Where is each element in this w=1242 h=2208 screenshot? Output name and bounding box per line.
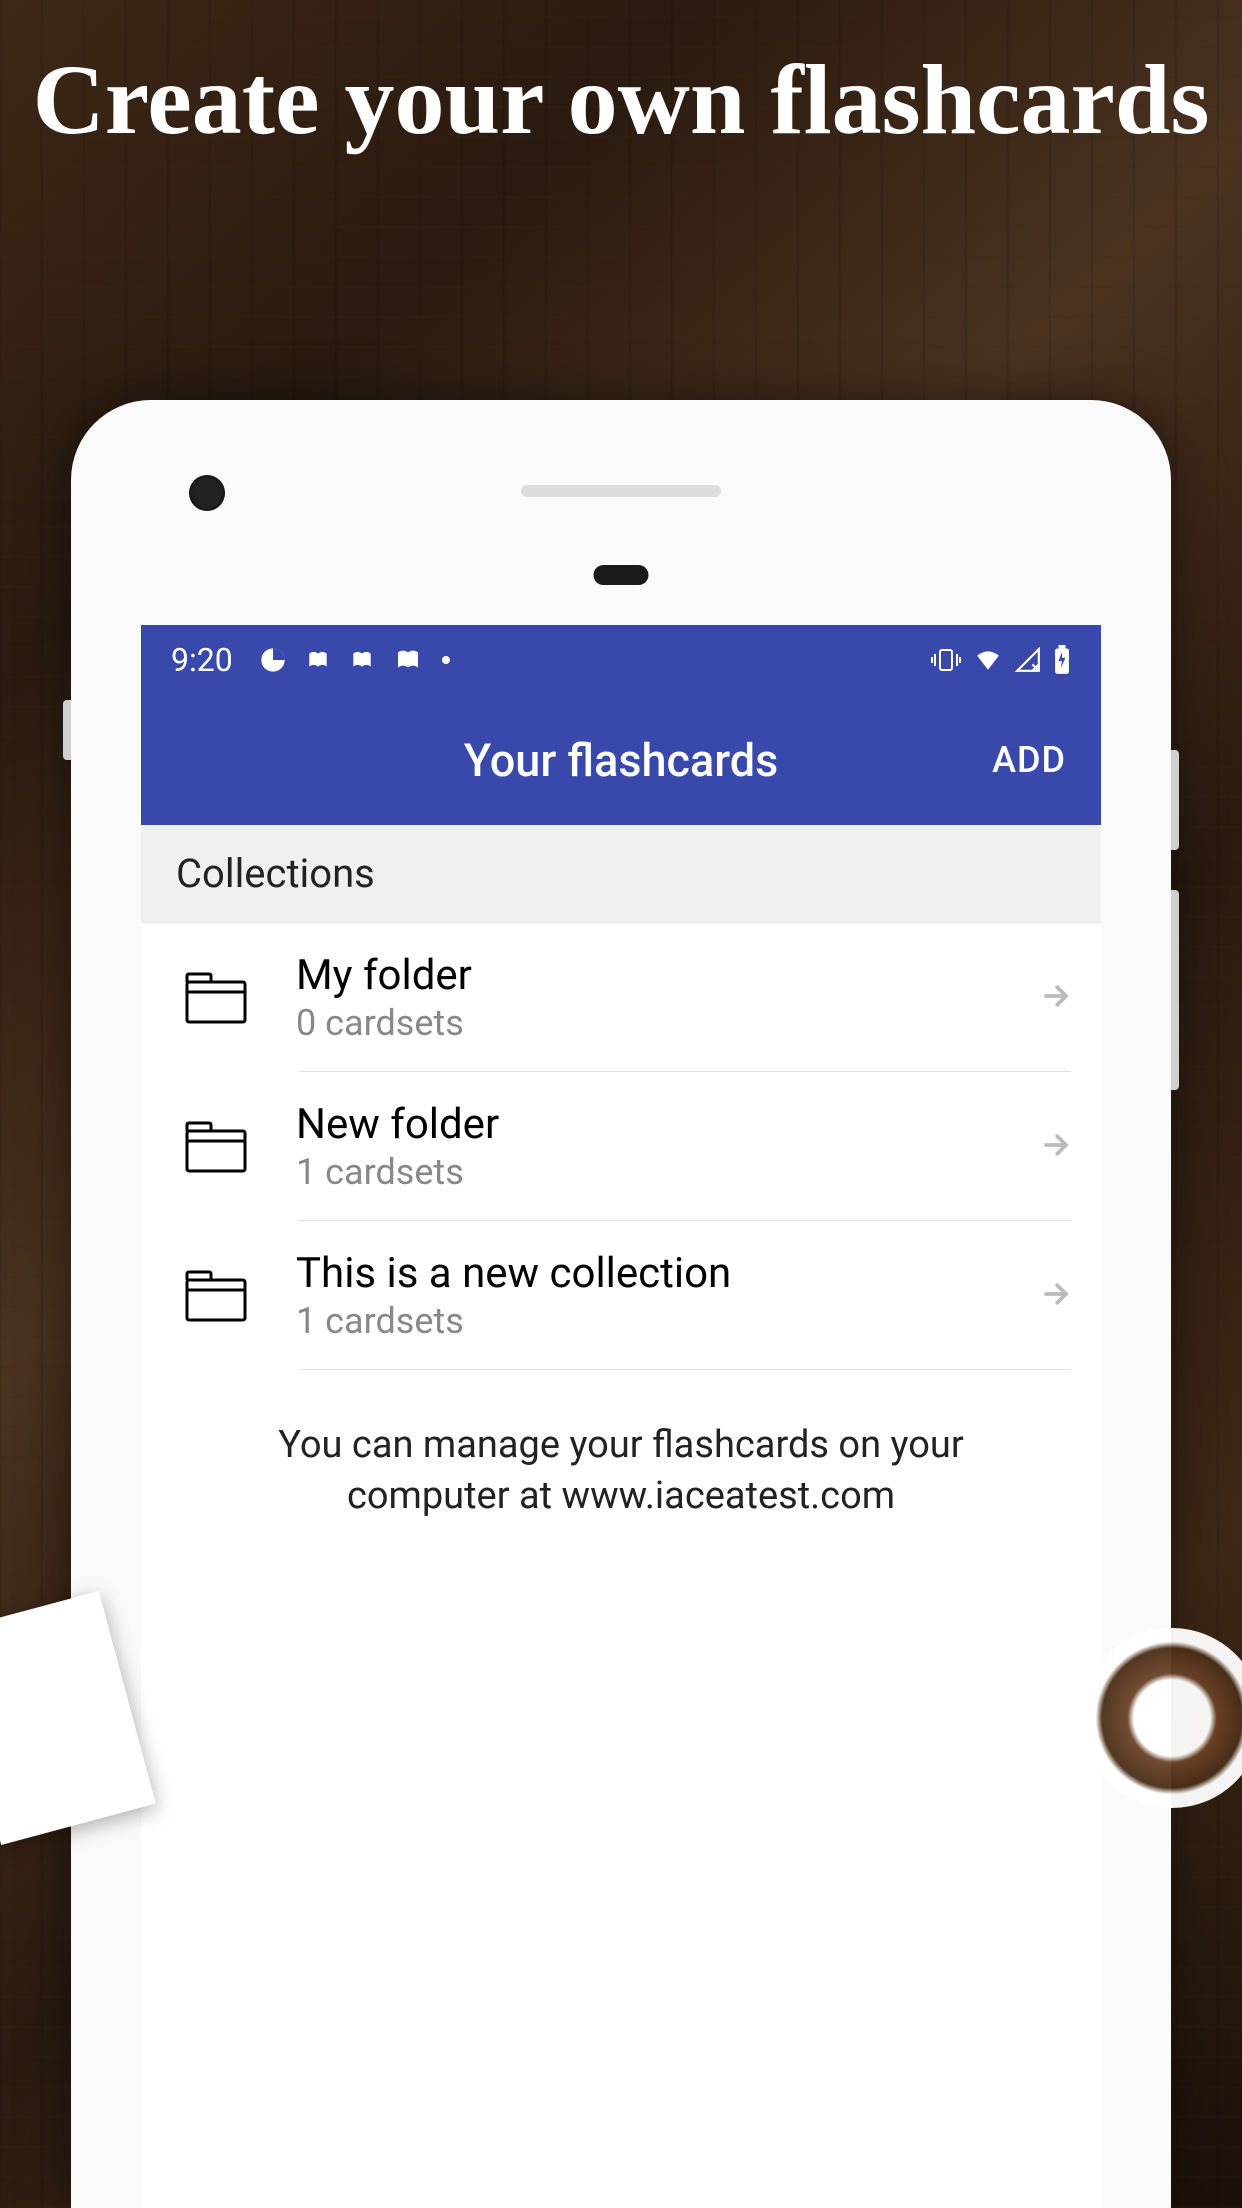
promo-headline: Create your own flashcards xyxy=(0,40,1242,160)
collection-text: This is a new collection 1 cardsets xyxy=(296,1249,1021,1342)
phone-camera xyxy=(189,475,225,511)
battery-icon xyxy=(1053,645,1071,675)
wifi-icon xyxy=(973,647,1003,673)
collection-text: My folder 0 cardsets xyxy=(296,951,1021,1044)
collection-item[interactable]: New folder 1 cardsets xyxy=(141,1072,1101,1221)
phone-screen: 9:20 xyxy=(141,625,1101,2208)
folder-icon xyxy=(171,972,261,1024)
app-bar-title: Your flashcards xyxy=(464,734,779,787)
collection-item[interactable]: This is a new collection 1 cardsets xyxy=(141,1221,1101,1370)
dot-icon xyxy=(441,655,451,665)
add-button[interactable]: ADD xyxy=(992,739,1066,781)
clock-icon xyxy=(259,646,287,674)
folder-icon xyxy=(171,1270,261,1322)
chevron-right-icon xyxy=(1041,1130,1071,1164)
collection-subtitle: 1 cardsets xyxy=(296,1300,1021,1342)
collection-item[interactable]: My folder 0 cardsets xyxy=(141,923,1101,1072)
divider xyxy=(299,1369,1071,1370)
collection-title: This is a new collection xyxy=(296,1249,1021,1298)
phone-frame: 9:20 xyxy=(71,400,1171,2208)
collection-subtitle: 0 cardsets xyxy=(296,1002,1021,1044)
phone-side-button xyxy=(1171,750,1179,850)
status-bar: 9:20 xyxy=(141,625,1101,695)
section-header-collections: Collections xyxy=(141,825,1101,923)
chevron-right-icon xyxy=(1041,981,1071,1015)
collection-text: New folder 1 cardsets xyxy=(296,1100,1021,1193)
chevron-right-icon xyxy=(1041,1279,1071,1313)
vibrate-icon xyxy=(931,647,961,673)
status-bar-right xyxy=(931,645,1071,675)
collection-subtitle: 1 cardsets xyxy=(296,1151,1021,1193)
collections-list: My folder 0 cardsets New folder 1 cardse… xyxy=(141,923,1101,1370)
status-time: 9:20 xyxy=(171,641,233,679)
folder-icon xyxy=(171,1121,261,1173)
book-icon xyxy=(349,647,375,673)
phone-side-button xyxy=(1171,890,1179,1090)
signal-icon xyxy=(1015,647,1041,673)
footer-info-text: You can manage your flashcards on your c… xyxy=(141,1370,1101,1573)
book-icon xyxy=(305,647,331,673)
phone-side-button xyxy=(63,700,71,760)
book-icon xyxy=(393,645,423,675)
app-bar: Your flashcards ADD xyxy=(141,695,1101,825)
collection-title: New folder xyxy=(296,1100,1021,1149)
phone-speaker xyxy=(521,485,721,497)
status-bar-left: 9:20 xyxy=(171,641,451,679)
collection-title: My folder xyxy=(296,951,1021,1000)
phone-sensor xyxy=(594,565,649,585)
